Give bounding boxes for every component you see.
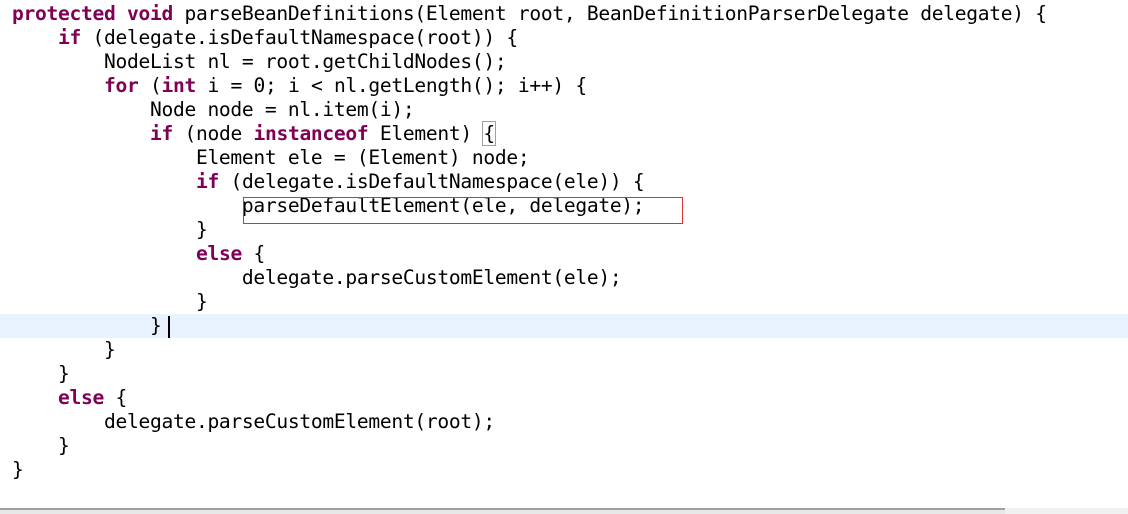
code-line[interactable]: protected void parseBeanDefinitions(Elem… bbox=[0, 2, 1128, 26]
code-line[interactable]: Node node = nl.item(i); bbox=[0, 98, 1128, 122]
code-token: delegate.parseCustomElement(ele); bbox=[12, 266, 622, 289]
highlight-box bbox=[243, 197, 683, 224]
code-line[interactable]: Element ele = (Element) node; bbox=[0, 146, 1128, 170]
code-editor[interactable]: protected void parseBeanDefinitions(Elem… bbox=[0, 0, 1128, 506]
keyword-token: else bbox=[58, 386, 104, 409]
horizontal-scrollbar[interactable] bbox=[0, 508, 1128, 514]
code-token: } bbox=[12, 458, 24, 481]
keyword-token: if bbox=[58, 26, 81, 49]
code-token: } bbox=[12, 362, 70, 385]
code-line[interactable]: } bbox=[0, 434, 1128, 458]
keyword-token: void bbox=[126, 2, 173, 25]
text-caret bbox=[168, 316, 170, 338]
code-token: Element ele = (Element) node; bbox=[12, 146, 530, 169]
code-token: } bbox=[12, 338, 116, 361]
code-line[interactable]: } bbox=[0, 290, 1128, 314]
code-token: } bbox=[12, 218, 208, 241]
code-line[interactable]: NodeList nl = root.getChildNodes(); bbox=[0, 50, 1128, 74]
keyword-token: for bbox=[103, 74, 139, 97]
code-line[interactable]: delegate.parseCustomElement(root); bbox=[0, 410, 1128, 434]
keyword-token: if bbox=[195, 170, 219, 193]
code-line[interactable]: delegate.parseCustomElement(ele); bbox=[0, 266, 1128, 290]
code-token: } bbox=[12, 290, 208, 313]
code-token: Node node = nl.item(i); bbox=[12, 98, 415, 121]
keyword-token: else bbox=[195, 242, 242, 265]
keyword-token: int bbox=[161, 74, 196, 97]
keyword-token: instanceof bbox=[253, 122, 369, 145]
code-line[interactable]: if (node instanceof Element) { bbox=[0, 121, 1128, 146]
code-line[interactable]: if (delegate.isDefaultNamespace(root)) { bbox=[0, 26, 1128, 50]
matching-bracket: { bbox=[482, 121, 496, 146]
code-token: (node bbox=[172, 122, 254, 145]
code-line[interactable]: if (delegate.isDefaultNamespace(ele)) { bbox=[0, 170, 1128, 194]
code-token: Element) bbox=[368, 122, 484, 145]
code-token: parseBeanDefinitions(Element root, BeanD… bbox=[172, 2, 1047, 25]
code-line[interactable]: else { bbox=[0, 386, 1128, 410]
code-line[interactable]: } bbox=[0, 458, 1128, 482]
code-token: delegate.parseCustomElement(root); bbox=[12, 410, 495, 433]
code-token: } bbox=[12, 314, 162, 337]
code-line[interactable]: } bbox=[0, 338, 1128, 362]
code-token: ( bbox=[138, 74, 162, 97]
code-line[interactable]: else { bbox=[0, 242, 1128, 266]
code-line[interactable]: } bbox=[0, 362, 1128, 386]
code-line[interactable]: for (int i = 0; i < nl.getLength(); i++)… bbox=[0, 74, 1128, 98]
keyword-token: protected bbox=[12, 2, 116, 25]
code-token: i = 0; i < nl.getLength(); i++) { bbox=[195, 74, 587, 97]
code-token: (delegate.isDefaultNamespace(root)) { bbox=[81, 26, 518, 49]
keyword-token: if bbox=[149, 122, 173, 145]
code-token: { bbox=[241, 242, 265, 265]
code-token: { bbox=[104, 386, 127, 409]
code-token: (delegate.isDefaultNamespace(ele)) { bbox=[218, 170, 645, 193]
code-token: } bbox=[12, 434, 70, 457]
code-token: NodeList nl = root.getChildNodes(); bbox=[12, 50, 507, 73]
scrollbar-thumb[interactable] bbox=[0, 508, 1005, 514]
